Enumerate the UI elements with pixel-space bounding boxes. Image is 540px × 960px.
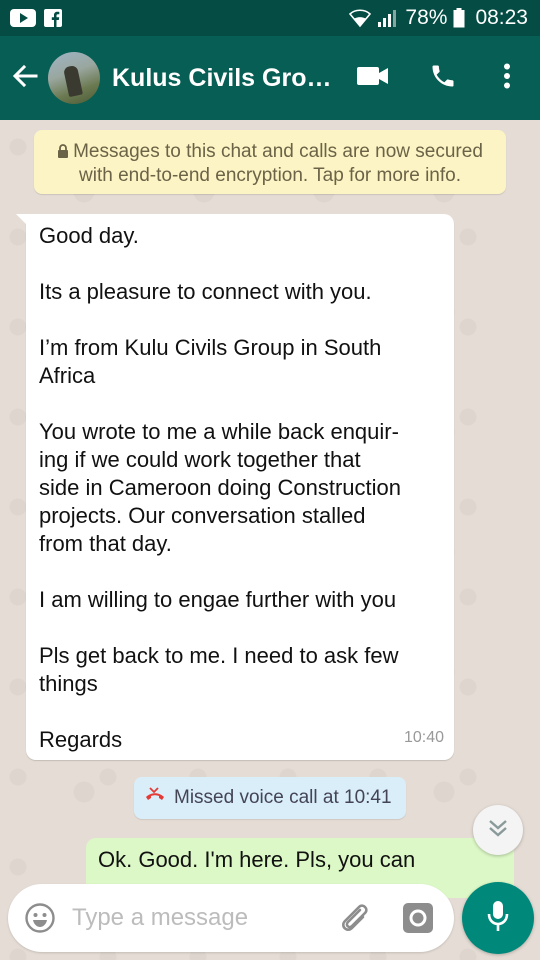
more-options-button[interactable] <box>486 36 528 120</box>
chat-title[interactable]: Kulus Civils Grou… <box>112 64 340 93</box>
message-composer: Type a message <box>8 884 454 952</box>
avatar[interactable] <box>48 52 100 104</box>
missed-call-icon <box>144 786 166 810</box>
message-line: things <box>39 671 98 696</box>
video-call-icon <box>357 66 389 91</box>
microphone-icon <box>486 899 510 938</box>
voice-message-button[interactable] <box>462 882 534 954</box>
double-chevron-down-icon <box>487 818 509 843</box>
scroll-to-bottom-button[interactable] <box>473 805 523 855</box>
incoming-message[interactable]: Good day. Its a pleasure to connect with … <box>16 214 454 760</box>
encryption-line-2: with end-to-end encryption. Tap for more… <box>79 165 461 186</box>
outgoing-message-text: Ok. Good. I'm here. Pls, you can <box>98 847 416 872</box>
message-line: I am willing to engae further with you <box>39 587 397 612</box>
message-line: Good day. <box>39 223 139 248</box>
missed-call-text: Missed voice call at 10:41 <box>174 787 392 808</box>
message-gap <box>39 390 440 418</box>
message-line: Its a pleasure to connect with you. <box>39 279 372 304</box>
signal-icon <box>377 8 399 28</box>
message-gap <box>39 306 440 334</box>
message-line: Africa <box>39 363 96 388</box>
emoji-icon[interactable] <box>24 902 56 934</box>
message-line: ing if we could work together that <box>39 447 361 472</box>
camera-icon[interactable] <box>402 902 434 939</box>
message-line: Regards <box>39 727 123 752</box>
encryption-line-1: Messages to this chat and calls are now … <box>73 141 483 162</box>
voice-call-button[interactable] <box>420 36 466 120</box>
message-line: from that day. <box>39 531 172 556</box>
wifi-icon <box>349 8 372 28</box>
clock: 08:23 <box>475 6 528 29</box>
youtube-icon <box>10 9 36 27</box>
chat-area[interactable]: Messages to this chat and calls are now … <box>0 120 540 960</box>
message-gap <box>39 558 440 586</box>
status-bar: 78% 08:23 <box>0 0 540 36</box>
message-line: You wrote to me a while back enquir- <box>39 419 399 444</box>
back-button[interactable] <box>2 36 48 120</box>
message-line: projects. Our conversation stalled <box>39 503 366 528</box>
message-line: side in Cameroon doing Construction <box>39 475 401 500</box>
encryption-notice[interactable]: Messages to this chat and calls are now … <box>34 130 506 194</box>
message-gap <box>39 250 440 278</box>
phone-icon <box>429 62 457 95</box>
video-call-button[interactable] <box>350 36 396 120</box>
back-arrow-icon <box>12 64 38 93</box>
message-line: Pls get back to me. I need to ask few <box>39 643 399 668</box>
battery-percent: 78% <box>405 6 448 29</box>
chat-header: Kulus Civils Grou… <box>0 36 540 120</box>
message-gap <box>39 698 440 726</box>
message-line: I’m from Kulu Civils Group in South <box>39 335 382 360</box>
message-time: 10:40 <box>403 729 444 746</box>
message-input[interactable]: Type a message <box>72 904 322 932</box>
message-text: Good day. Its a pleasure to connect with … <box>39 222 440 754</box>
message-gap <box>39 614 440 642</box>
missed-call-notice[interactable]: Missed voice call at 10:41 <box>134 777 406 819</box>
paperclip-icon[interactable] <box>338 900 370 941</box>
more-vert-icon <box>503 63 511 94</box>
lock-icon <box>57 141 69 164</box>
battery-icon <box>453 8 465 28</box>
facebook-icon <box>44 9 62 27</box>
